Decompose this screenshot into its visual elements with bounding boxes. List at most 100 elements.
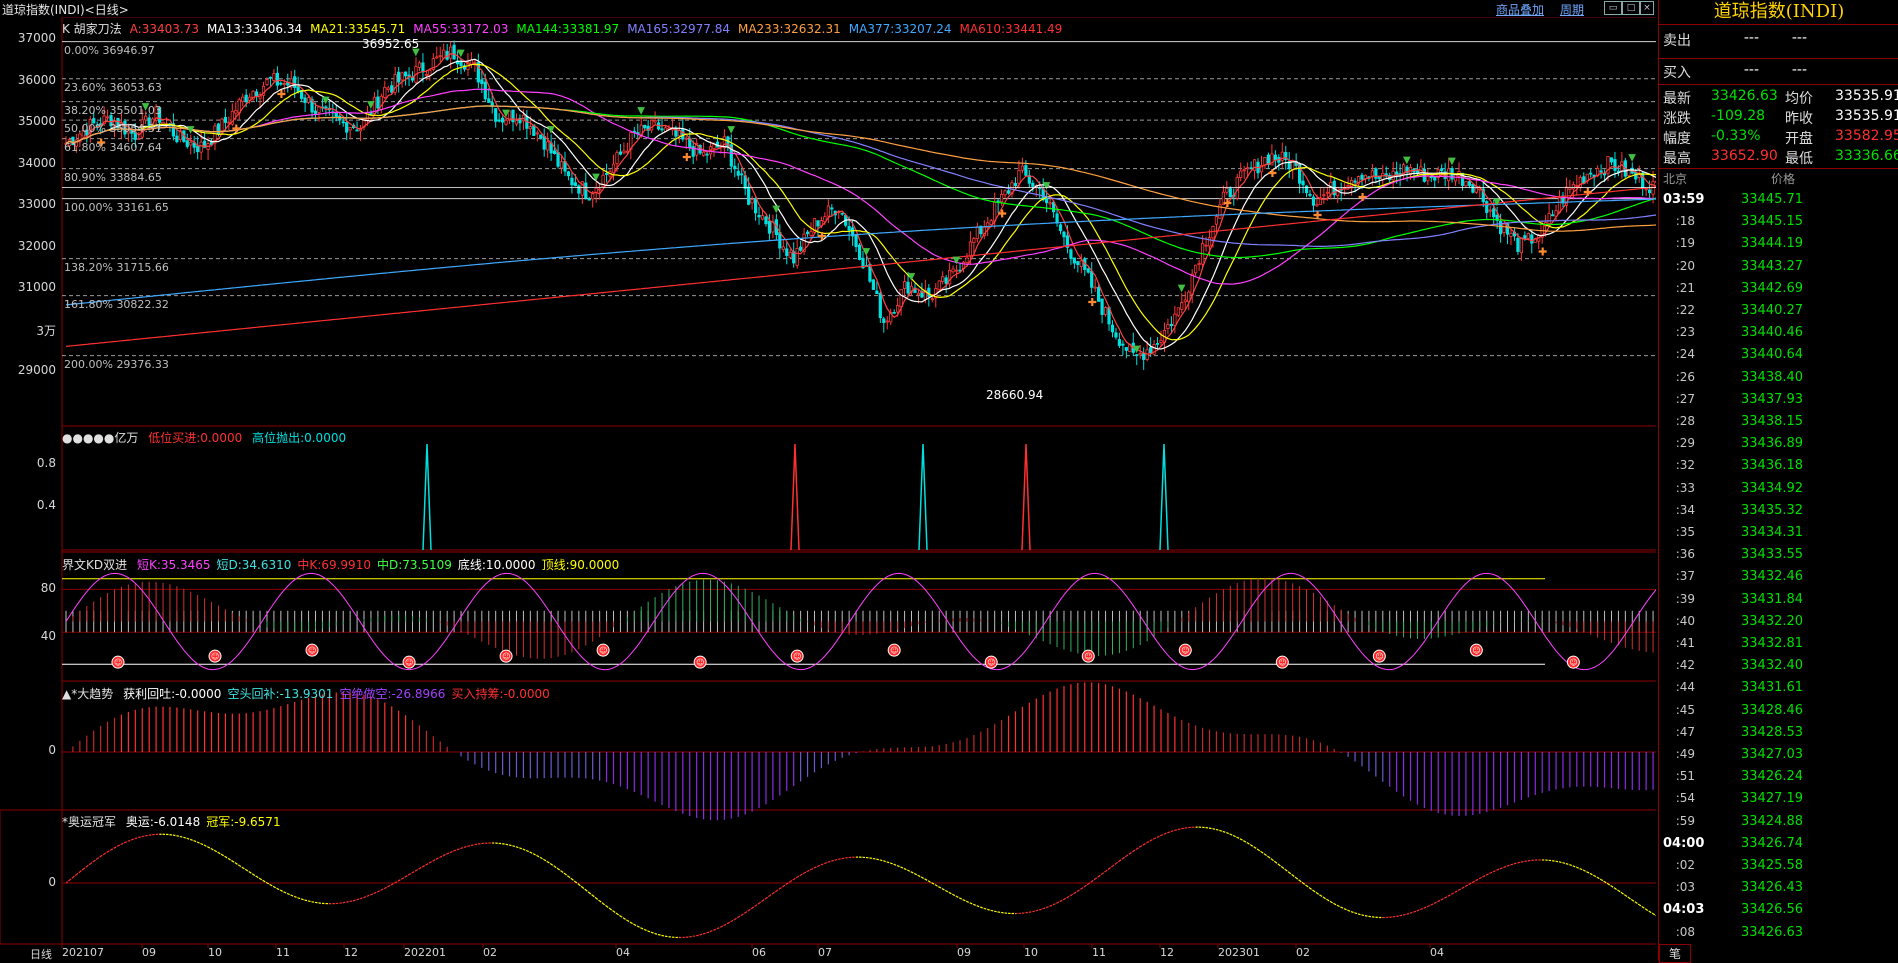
candle-body <box>439 56 441 57</box>
candle-body <box>952 269 954 272</box>
olympic-segment <box>717 927 720 929</box>
candle-body <box>945 278 947 284</box>
indicator3-field-3: 买入持筹:-0.0000 <box>451 687 549 701</box>
tick-row: :2833438.15 <box>1659 414 1898 434</box>
candle-body <box>1548 214 1550 224</box>
smile-marker-face: ☺ <box>987 658 995 667</box>
olympic-segment <box>1459 888 1462 890</box>
olympic-segment <box>184 837 187 838</box>
candle-body <box>436 57 438 58</box>
olympic-segment <box>312 902 315 903</box>
candle-body <box>304 98 306 103</box>
olympic-segment <box>946 891 949 893</box>
olympic-segment <box>756 903 759 905</box>
indicator2-title: 界文KD双进 <box>62 558 127 572</box>
olympic-segment <box>250 872 253 874</box>
candle-body <box>1184 300 1186 302</box>
sell-price: --- <box>1744 30 1759 46</box>
olympic-segment <box>257 877 260 879</box>
olympic-segment <box>974 905 977 906</box>
olympic-segment <box>530 852 533 854</box>
candle-body <box>401 73 403 80</box>
x-axis-tick: 202201 <box>404 946 446 959</box>
candle-body <box>623 151 625 153</box>
stat-value: 33652.90 <box>1711 148 1778 164</box>
olympic-segment <box>180 837 183 838</box>
tick-price: 33438.15 <box>1741 414 1803 429</box>
olympic-segment <box>891 863 894 864</box>
x-axis-tick: 07 <box>818 946 832 959</box>
sell-marker: ▼ <box>547 124 555 135</box>
candle-body <box>1101 299 1103 315</box>
olympic-segment <box>1629 898 1632 900</box>
tick-price: 33427.19 <box>1741 791 1803 806</box>
candle-body <box>280 83 282 84</box>
signal-spike <box>1022 444 1030 550</box>
candle-body <box>1440 169 1442 171</box>
olympic-segment <box>558 869 561 871</box>
candle-body <box>200 142 202 152</box>
tick-time: :44 <box>1663 680 1695 694</box>
buy-row: 买入 --- --- <box>1659 62 1898 82</box>
olympic-segment <box>1106 869 1109 872</box>
smile-marker-face: ☺ <box>599 646 607 655</box>
olympic-segment <box>555 866 558 868</box>
window-close-icon[interactable]: × <box>1640 1 1654 15</box>
olympic-segment <box>1625 895 1628 897</box>
overlay-button[interactable]: 商品叠加 <box>1496 1 1544 18</box>
olympic-segment <box>1057 901 1060 903</box>
window-tile-icon[interactable]: ▭ <box>1604 1 1622 15</box>
candle-body <box>966 258 968 263</box>
candle-body <box>1032 183 1034 186</box>
olympic-segment <box>1400 915 1403 916</box>
candle-body <box>1347 185 1349 186</box>
olympic-segment <box>125 841 128 842</box>
tab-trades[interactable]: 笔 <box>1659 944 1691 963</box>
indicator3-field-0: 获利回吐:-0.0000 <box>123 687 221 701</box>
olympic-segment <box>804 871 807 873</box>
ma-line-21 <box>66 64 1656 340</box>
olympic-segment <box>652 932 655 933</box>
candle-body <box>449 47 451 58</box>
olympic-segment <box>520 848 523 849</box>
candle-body <box>1025 166 1027 176</box>
olympic-segment <box>461 847 464 848</box>
olympic-segment <box>253 874 256 876</box>
olympic-segment <box>288 894 291 895</box>
olympic-segment <box>444 854 447 856</box>
olympic-segment <box>953 895 956 897</box>
olympic-segment <box>1085 884 1088 886</box>
period-button[interactable]: 周期 <box>1560 1 1584 18</box>
candle-body <box>474 62 476 63</box>
candle-body <box>1240 171 1242 178</box>
olympic-segment <box>735 917 738 919</box>
tick-row: :2133442.69 <box>1659 281 1898 301</box>
ma-legend-item: MA144:33381.97 <box>516 22 619 36</box>
candle-body <box>1323 195 1325 196</box>
candle-body <box>955 270 957 271</box>
olympic-segment <box>1313 891 1316 893</box>
smile-marker-face: ☺ <box>1181 646 1189 655</box>
candle-body <box>391 86 393 93</box>
olympic-segment <box>465 846 468 847</box>
buy-marker: ✚ <box>817 230 826 243</box>
olympic-segment <box>458 848 461 849</box>
olympic-segment <box>1227 833 1230 834</box>
candle-body <box>1181 303 1183 310</box>
tick-row: :2233440.27 <box>1659 303 1898 323</box>
tick-row: 04:0333426.56 <box>1659 902 1898 922</box>
ma-legend-item: MA165:32977.84 <box>627 22 730 36</box>
x-axis-period-label: 日线 <box>30 946 52 962</box>
smile-marker-face: ☺ <box>114 658 122 667</box>
candle-body <box>896 306 898 313</box>
olympic-segment <box>1112 864 1115 867</box>
candle-body <box>345 122 347 132</box>
olympic-segment <box>773 891 776 893</box>
candle-body <box>186 141 188 147</box>
window-maximize-icon[interactable]: □ <box>1622 1 1640 15</box>
olympic-segment <box>1133 849 1136 851</box>
olympic-segment <box>950 893 953 895</box>
olympic-segment <box>80 869 83 872</box>
tick-row: :5133426.24 <box>1659 769 1898 789</box>
olympic-segment <box>1210 828 1213 829</box>
